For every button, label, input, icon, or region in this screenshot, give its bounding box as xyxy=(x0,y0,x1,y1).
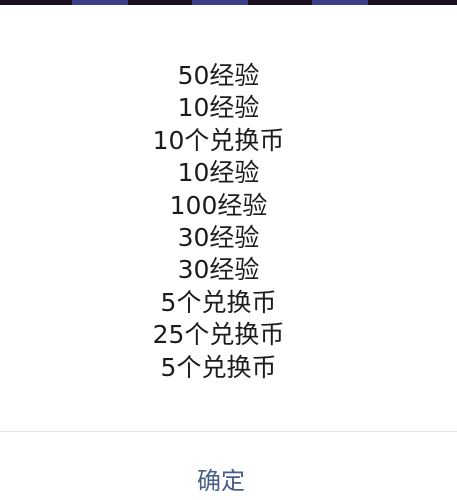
reward-item: 50经验 xyxy=(177,61,260,90)
reward-item: 30经验 xyxy=(177,255,260,285)
reward-dialog: 50经验 10经验 10个兑换币 10经验 100经验 30经验 30经验 5个… xyxy=(0,5,457,500)
reward-item: 10个兑换币 xyxy=(152,125,285,155)
reward-item: 5个兑换币 xyxy=(160,352,277,382)
reward-item: 25个兑换币 xyxy=(152,320,285,350)
reward-item: 10经验 xyxy=(177,158,260,188)
reward-list: 50经验 10经验 10个兑换币 10经验 100经验 30经验 30经验 5个… xyxy=(0,60,437,384)
reward-item: 10经验 xyxy=(177,93,260,123)
reward-item: 30经验 xyxy=(177,223,260,253)
confirm-button[interactable]: 确定 xyxy=(0,432,442,500)
reward-item: 100经验 xyxy=(169,190,268,220)
reward-item: 5个兑换币 xyxy=(160,287,277,317)
